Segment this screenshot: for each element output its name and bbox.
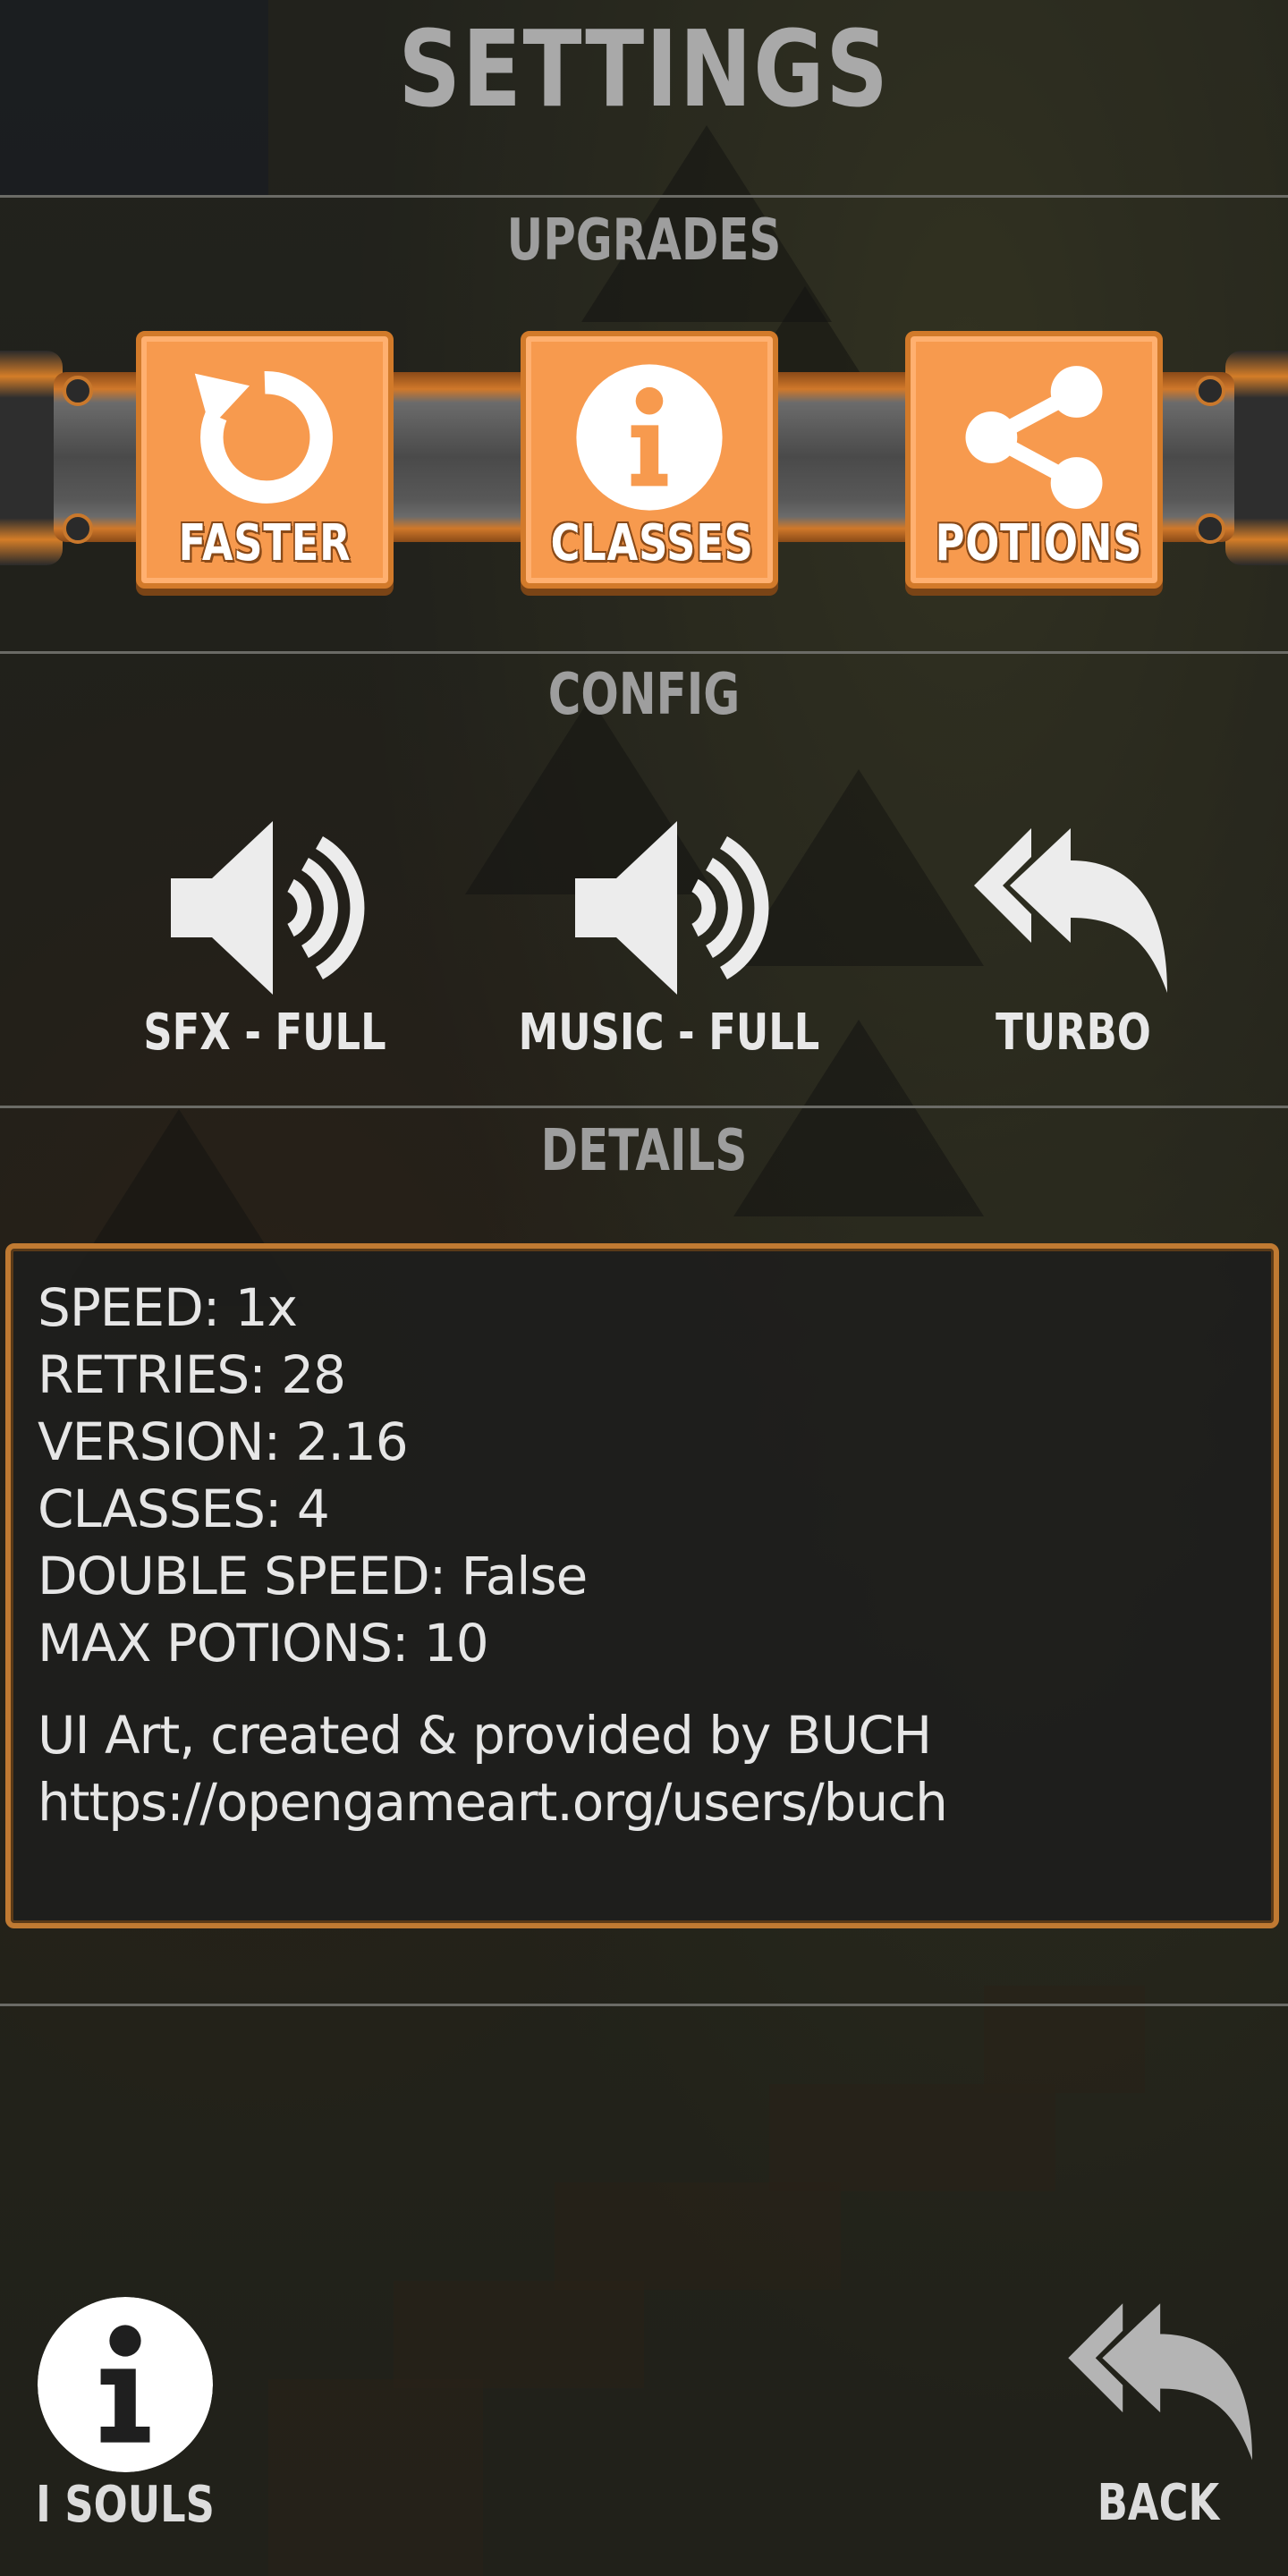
classes-upgrade-button[interactable]: CLASSES (521, 331, 778, 589)
credit-text: UI Art, created & provided by BUCH (38, 1705, 932, 1766)
turbo-toggle[interactable]: TURBO (903, 814, 1243, 1073)
speaker-icon (171, 821, 365, 995)
back-button[interactable]: BACK (1055, 2290, 1270, 2532)
refresh-icon (194, 371, 333, 504)
souls-label: I SOULS (36, 2476, 215, 2534)
double-reply-arrow-icon (1068, 2303, 1252, 2461)
turbo-label: TURBO (996, 1004, 1151, 1062)
classes-stat: CLASSES: 4 (38, 1479, 330, 1539)
upgrades-heading: UPGRADES (506, 208, 782, 274)
music-label: MUSIC - FULL (518, 1004, 820, 1062)
retries-stat: RETRIES: 28 (38, 1344, 346, 1405)
classes-label: CLASSES (550, 514, 754, 572)
music-toggle[interactable]: MUSIC - FULL (499, 814, 839, 1073)
details-heading: DETAILS (540, 1118, 748, 1184)
divider (0, 195, 1288, 198)
info-icon (576, 364, 723, 511)
version-stat: VERSION: 2.16 (38, 1411, 409, 1472)
divider (0, 1106, 1288, 1108)
divider (0, 2004, 1288, 2006)
souls-button[interactable]: I SOULS (36, 2297, 215, 2534)
faster-label: FASTER (178, 514, 352, 572)
share-icon (965, 366, 1103, 509)
divider (0, 651, 1288, 654)
info-icon (38, 2297, 213, 2472)
max-potions-stat: MAX POTIONS: 10 (38, 1613, 489, 1674)
sfx-label: SFX - FULL (143, 1004, 386, 1062)
details-panel: SPEED: 1x RETRIES: 28 VERSION: 2.16 CLAS… (5, 1243, 1279, 1928)
faster-upgrade-button[interactable]: FASTER (136, 331, 394, 589)
speaker-icon (575, 821, 769, 995)
page-title: SETTINGS (398, 7, 890, 131)
config-heading: CONFIG (547, 662, 741, 728)
credit-link[interactable]: https://opengameart.org/users/buch (38, 1772, 948, 1833)
back-label: BACK (1097, 2474, 1220, 2532)
double-reply-arrow-icon (974, 828, 1167, 993)
sfx-toggle[interactable]: SFX - FULL (95, 814, 435, 1073)
speed-stat: SPEED: 1x (38, 1277, 298, 1338)
double-speed-stat: DOUBLE SPEED: False (38, 1546, 588, 1606)
potions-upgrade-button[interactable]: POTIONS (905, 331, 1163, 589)
potions-label: POTIONS (935, 514, 1143, 572)
